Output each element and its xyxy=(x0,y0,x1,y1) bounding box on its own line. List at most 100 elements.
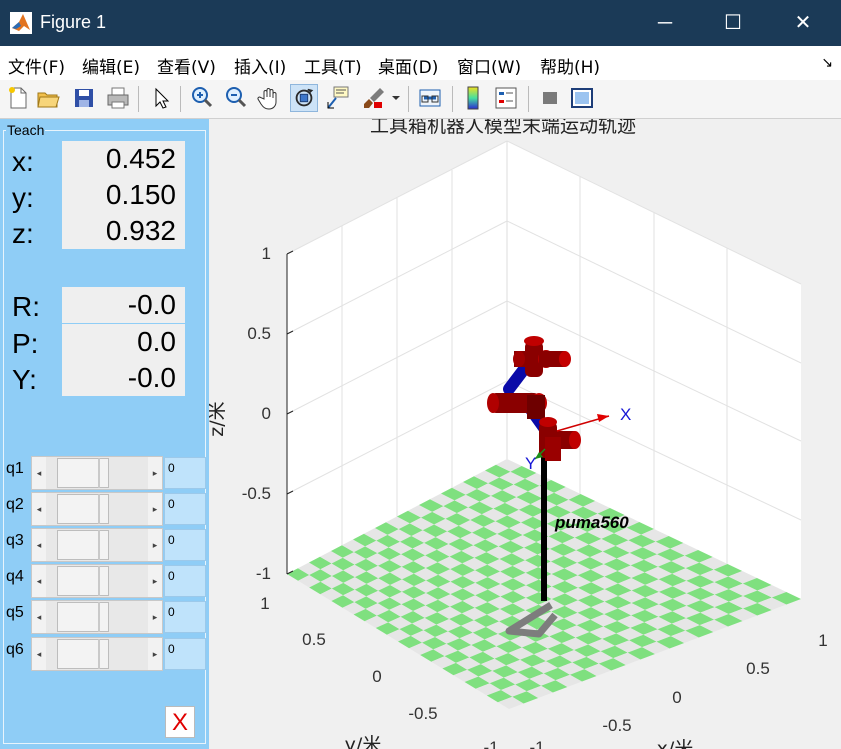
x-label: x: xyxy=(12,146,34,177)
robot-name-label: puma560 xyxy=(554,513,629,532)
z-label: z: xyxy=(12,218,34,249)
joint-value-field[interactable]: 0 xyxy=(164,493,206,525)
joint-value-field[interactable]: 0 xyxy=(164,529,206,561)
figure-toolbar xyxy=(0,80,841,119)
chevron-right-icon[interactable]: ▸ xyxy=(148,638,162,670)
joint-label: q3 xyxy=(6,532,24,549)
chevron-right-icon[interactable]: ▸ xyxy=(148,529,162,561)
joint-label: q1 xyxy=(6,460,24,477)
rotate-3d-icon[interactable] xyxy=(290,84,318,112)
pointer-icon[interactable] xyxy=(146,84,174,112)
menu-edit[interactable]: 编辑(E) xyxy=(82,53,140,78)
x-axis-label: x/米 xyxy=(657,738,694,749)
menu-file[interactable]: 文件(F) xyxy=(8,53,65,78)
plot-title: 工具箱机器人模型末端运动轨迹 xyxy=(370,119,636,137)
pitch-value: 0.0 xyxy=(62,324,185,360)
pan-icon[interactable] xyxy=(256,84,284,112)
data-cursor-icon[interactable] xyxy=(324,84,352,112)
joint-value-field[interactable]: 0 xyxy=(164,638,206,670)
slider-thumb[interactable] xyxy=(57,530,109,560)
pitch-label: P: xyxy=(12,328,39,359)
yaw-label: Y: xyxy=(12,364,37,395)
save-icon[interactable] xyxy=(70,84,98,112)
x-tick-1: 1 xyxy=(818,631,827,650)
link-plot-icon[interactable] xyxy=(416,84,444,112)
y-value: 0.150 xyxy=(62,177,185,213)
slider-thumb[interactable] xyxy=(57,458,109,488)
joint-slider[interactable]: ◂ ▸ xyxy=(31,528,163,562)
window-title: Figure 1 xyxy=(40,12,107,32)
z-tick-0: 0 xyxy=(262,404,271,423)
joint-label: q5 xyxy=(6,604,24,621)
frame-x-label: X xyxy=(620,405,631,424)
menu-window[interactable]: 窗口(W) xyxy=(457,53,521,78)
chevron-left-icon[interactable]: ◂ xyxy=(32,565,46,597)
open-file-icon[interactable] xyxy=(34,84,62,112)
joint-label: q2 xyxy=(6,496,24,513)
maximize-button[interactable]: ☐ xyxy=(718,8,748,38)
chevron-left-icon[interactable]: ◂ xyxy=(32,529,46,561)
y-tick-neg1: -1 xyxy=(483,738,498,749)
chevron-right-icon[interactable]: ▸ xyxy=(148,493,162,525)
legend-icon[interactable] xyxy=(492,84,520,112)
close-teach-button[interactable]: X xyxy=(165,706,195,738)
print-icon[interactable] xyxy=(104,84,132,112)
new-figure-icon[interactable] xyxy=(4,84,32,112)
y-tick-0: 0 xyxy=(372,667,381,686)
slider-thumb[interactable] xyxy=(57,566,109,596)
slider-thumb[interactable] xyxy=(57,639,109,669)
y-tick-0.5: 0.5 xyxy=(302,630,326,649)
chevron-right-icon[interactable]: ▸ xyxy=(148,601,162,633)
joint-label: q4 xyxy=(6,568,24,585)
menu-view[interactable]: 查看(V) xyxy=(157,53,216,78)
close-window-button[interactable]: ✕ xyxy=(788,8,818,38)
yaw-value: -0.0 xyxy=(62,360,185,396)
chevron-right-icon[interactable]: ▸ xyxy=(148,565,162,597)
colorbar-icon[interactable] xyxy=(460,84,488,112)
slider-thumb[interactable] xyxy=(57,602,109,632)
show-plot-tools-icon[interactable] xyxy=(568,84,596,112)
chevron-left-icon[interactable]: ◂ xyxy=(32,457,46,489)
title-bar: Figure 1 ─ ☐ ✕ xyxy=(0,0,841,46)
dock-arrow-icon[interactable]: ↘ xyxy=(821,54,833,71)
x-tick-0.5: 0.5 xyxy=(746,659,770,678)
brush-icon[interactable] xyxy=(360,84,388,112)
y-tick-1: 1 xyxy=(260,594,269,613)
z-tick-neg0.5: -0.5 xyxy=(242,484,271,503)
minimize-button[interactable]: ─ xyxy=(650,8,680,38)
joint-slider[interactable]: ◂ ▸ xyxy=(31,637,163,671)
menu-insert[interactable]: 插入(I) xyxy=(234,53,286,78)
chevron-right-icon[interactable]: ▸ xyxy=(148,457,162,489)
joint-value-field[interactable]: 0 xyxy=(164,457,206,489)
z-value: 0.932 xyxy=(62,213,185,249)
joint-label: q6 xyxy=(6,641,24,658)
z-tick-neg1: -1 xyxy=(256,564,271,583)
x-tick-neg0.5: -0.5 xyxy=(602,716,631,735)
robot-3d-plot[interactable]: 1 0.5 0 -0.5 -1 z/米 1 0.5 0 -0.5 -1 y/米 … xyxy=(209,119,841,749)
joint-slider[interactable]: ◂ ▸ xyxy=(31,600,163,634)
chevron-left-icon[interactable]: ◂ xyxy=(32,638,46,670)
teach-title: Teach xyxy=(6,122,46,138)
brush-dropdown-icon[interactable] xyxy=(390,84,402,112)
roll-value: -0.0 xyxy=(62,287,185,323)
menu-help[interactable]: 帮助(H) xyxy=(540,53,600,78)
roll-label: R: xyxy=(12,291,40,322)
joint-slider[interactable]: ◂ ▸ xyxy=(31,492,163,526)
axes-area[interactable]: 1 0.5 0 -0.5 -1 z/米 1 0.5 0 -0.5 -1 y/米 … xyxy=(209,119,841,749)
chevron-left-icon[interactable]: ◂ xyxy=(32,601,46,633)
joint-value-field[interactable]: 0 xyxy=(164,601,206,633)
z-tick-1: 1 xyxy=(262,244,271,263)
joint-slider[interactable]: ◂ ▸ xyxy=(31,456,163,490)
x-tick-neg1: -1 xyxy=(529,738,544,749)
slider-thumb[interactable] xyxy=(57,494,109,524)
zoom-out-icon[interactable] xyxy=(222,84,250,112)
matlab-icon xyxy=(10,12,32,34)
chevron-left-icon[interactable]: ◂ xyxy=(32,493,46,525)
joint-slider[interactable]: ◂ ▸ xyxy=(31,564,163,598)
menu-desktop[interactable]: 桌面(D) xyxy=(378,53,438,78)
z-axis-label: z/米 xyxy=(209,401,228,436)
hide-plot-tools-icon[interactable] xyxy=(536,84,564,112)
zoom-in-icon[interactable] xyxy=(188,84,216,112)
joint-value-field[interactable]: 0 xyxy=(164,565,206,597)
menu-tools[interactable]: 工具(T) xyxy=(304,53,362,78)
